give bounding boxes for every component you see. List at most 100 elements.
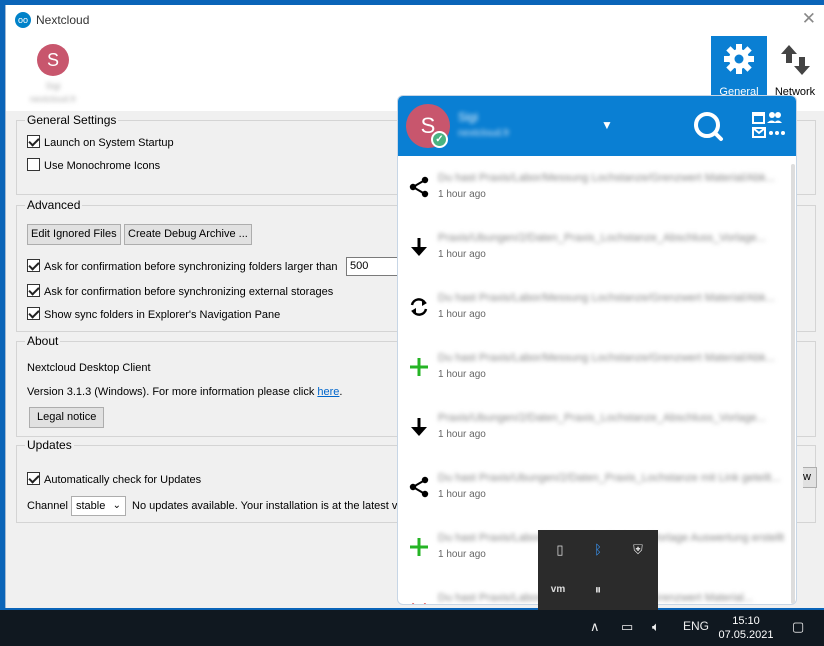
language-indicator[interactable]: ENG — [683, 619, 709, 633]
tray-header: S ✓ Sigi nextcloud.fr ▼ — [398, 96, 796, 156]
updates-title: Updates — [25, 438, 74, 452]
title-bar: oo Nextcloud ✕ — [6, 5, 824, 35]
auto-check-updates-label: Automatically check for Updates — [44, 474, 202, 486]
checkbox-box[interactable] — [27, 158, 40, 171]
apps-menu-icon[interactable] — [751, 110, 785, 140]
general-tab-button[interactable]: General — [711, 36, 767, 98]
download-arrow-icon — [408, 416, 430, 438]
chevron-down-icon — [408, 596, 430, 604]
share-icon — [408, 476, 430, 498]
close-icon[interactable]: ✕ — [802, 9, 816, 29]
usb-drive-icon[interactable]: ▯ — [548, 538, 572, 562]
volume-icon[interactable]: 🔈︎ — [652, 619, 660, 635]
update-status-text: No updates available. Your installation … — [132, 500, 404, 512]
checkbox-box[interactable] — [27, 307, 40, 320]
network-status-icon[interactable]: ▭ — [621, 619, 633, 635]
security-shield-icon[interactable]: ⛨ — [626, 538, 650, 562]
account-dropdown-icon[interactable]: ▼ — [601, 118, 613, 132]
activity-time: 1 hour ago — [438, 429, 486, 440]
activity-text: Du hast Praxis/Labor/Messung Lochstanze/… — [438, 172, 775, 184]
clock-date: 07.05.2021 — [718, 629, 774, 641]
gear-icon — [724, 44, 754, 74]
about-title: About — [25, 334, 61, 348]
legal-notice-button[interactable]: Legal notice — [29, 407, 105, 428]
account-host: nextcloud.fr — [29, 94, 77, 104]
activity-scrollbar[interactable] — [791, 164, 795, 604]
activity-item[interactable]: Du hast Praxis/Labor/Messung Lochstanze/… — [398, 276, 796, 336]
windows-taskbar: ∧ ▭ 🔈︎ ENG 15:10 07.05.2021 ▢ — [0, 610, 824, 646]
version-text: Version 3.1.3 (Windows). For more inform… — [27, 386, 342, 398]
channel-select[interactable]: stable ⌄ — [71, 496, 126, 516]
share-icon — [408, 176, 430, 198]
account-name: Sigi — [45, 81, 61, 91]
activity-text: Du hast Praxis/Labor/Messung Lochstanze/… — [438, 352, 775, 364]
vmware-icon[interactable]: vm — [546, 578, 570, 602]
network-arrows-icon — [781, 45, 810, 75]
ask-external-storage-checkbox[interactable]: Ask for confirmation before synchronizin… — [27, 284, 333, 300]
plus-icon — [408, 536, 430, 558]
notification-center-icon[interactable]: ▢ — [792, 619, 804, 635]
tray-activity-popup: S ✓ Sigi nextcloud.fr ▼ Du hast Praxis/L… — [397, 95, 797, 605]
bluetooth-icon[interactable]: ᛒ — [586, 538, 610, 562]
folder-size-value: 500 — [350, 260, 369, 272]
channel-value: stable — [76, 500, 106, 512]
account-avatar[interactable]: S — [37, 44, 69, 76]
ask-large-folders-checkbox[interactable]: Ask for confirmation before synchronizin… — [27, 259, 337, 275]
window-title: Nextcloud — [36, 13, 90, 27]
checkbox-box[interactable] — [27, 472, 40, 485]
pause-icon[interactable]: ⏸ — [586, 578, 610, 602]
tray-user-name[interactable]: Sigi — [458, 110, 478, 124]
advanced-title: Advanced — [25, 198, 83, 212]
auto-check-updates-checkbox[interactable]: Automatically check for Updates — [27, 472, 201, 488]
activity-time: 1 hour ago — [438, 549, 486, 560]
clock[interactable]: 15:10 07.05.2021 — [714, 614, 778, 642]
sync-icon — [408, 296, 430, 318]
ask-external-storage-label: Ask for confirmation before synchronizin… — [44, 286, 334, 298]
search-icon[interactable] — [692, 110, 724, 142]
here-link[interactable]: here — [317, 386, 339, 398]
activity-item[interactable]: Du hast Praxis/Labor/Messung Lochstanze/… — [398, 336, 796, 396]
activity-time: 1 hour ago — [438, 189, 486, 200]
activity-text: Du hast Praxis/Labor/Messung Lochstanze/… — [438, 292, 775, 304]
show-hidden-icons-chevron-icon[interactable]: ∧ — [590, 619, 600, 635]
clock-time: 15:10 — [732, 615, 760, 627]
show-sync-folders-checkbox[interactable]: Show sync folders in Explorer's Navigati… — [27, 307, 280, 323]
version-suffix: . — [339, 386, 343, 398]
general-settings-title: General Settings — [25, 113, 119, 127]
create-debug-archive-button[interactable]: Create Debug Archive ... — [124, 224, 252, 245]
activity-text: Praxis/Ubungen/2/Daten_Praxis_Lochstanze… — [438, 232, 766, 244]
chevron-down-icon: ⌄ — [112, 500, 121, 511]
monochrome-icons-checkbox[interactable]: Use Monochrome Icons — [27, 158, 160, 174]
activity-item[interactable]: Praxis/Ubungen/2/Daten_Praxis_Lochstanze… — [398, 396, 796, 456]
tray-user-host: nextcloud.fr — [458, 128, 510, 139]
monochrome-icons-label: Use Monochrome Icons — [44, 160, 161, 172]
channel-label: Channel — [27, 500, 68, 512]
download-arrow-icon — [408, 236, 430, 258]
folder-size-spinbox[interactable]: 500 — [346, 257, 402, 276]
activity-item[interactable]: Praxis/Ubungen/2/Daten_Praxis_Lochstanze… — [398, 216, 796, 276]
tray-overflow-flyout: ▯ ᛒ ⛨ vm ⏸ — [538, 530, 658, 610]
product-name: Nextcloud Desktop Client — [27, 362, 151, 374]
activity-time: 1 hour ago — [438, 489, 486, 500]
checkbox-box[interactable] — [27, 284, 40, 297]
online-status-icon: ✓ — [431, 131, 448, 148]
network-tab-button[interactable]: Network — [768, 36, 822, 98]
show-sync-folders-label: Show sync folders in Explorer's Navigati… — [44, 309, 281, 321]
activity-time: 1 hour ago — [438, 309, 486, 320]
checkbox-box[interactable] — [27, 259, 40, 272]
version-prefix: Version 3.1.3 (Windows). For more inform… — [27, 386, 318, 398]
activity-item[interactable]: Du hast Praxis/Labor/Messung Lochstanze/… — [398, 156, 796, 216]
checkbox-box[interactable] — [27, 135, 40, 148]
ask-large-folders-label: Ask for confirmation before synchronizin… — [44, 261, 338, 273]
nextcloud-logo-icon: oo — [15, 12, 31, 28]
activity-text: Praxis/Ubungen/2/Daten_Praxis_Lochstanze… — [438, 412, 766, 424]
launch-on-startup-checkbox[interactable]: Launch on System Startup — [27, 135, 174, 151]
edit-ignored-files-button[interactable]: Edit Ignored Files — [27, 224, 121, 245]
update-action-button[interactable]: w — [803, 467, 817, 488]
activity-time: 1 hour ago — [438, 249, 486, 260]
activity-text: Du hast Praxis/Ubungen/2/Daten_Praxis_Lo… — [438, 472, 781, 484]
activity-item[interactable]: Du hast Praxis/Ubungen/2/Daten_Praxis_Lo… — [398, 456, 796, 516]
plus-icon — [408, 356, 430, 378]
launch-on-startup-label: Launch on System Startup — [44, 137, 174, 149]
activity-time: 1 hour ago — [438, 369, 486, 380]
